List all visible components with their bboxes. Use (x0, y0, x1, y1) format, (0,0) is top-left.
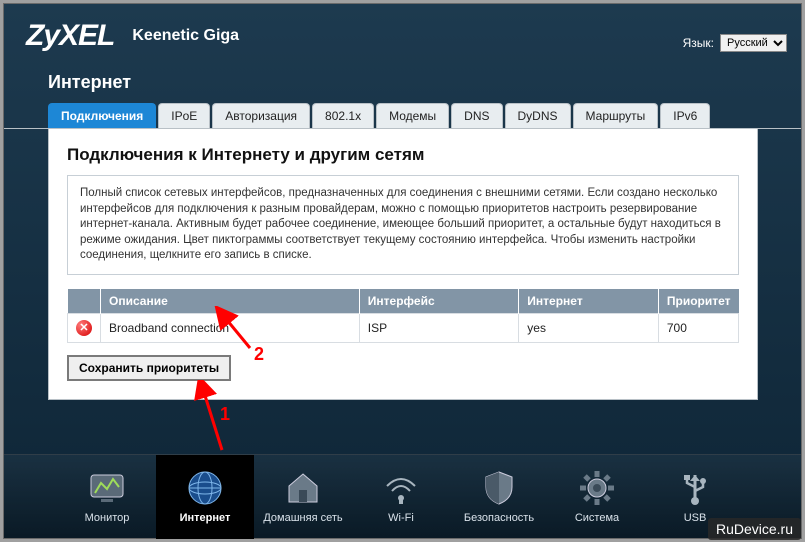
home-network-icon (283, 470, 323, 506)
bottom-nav: Монитор Интернет Домашняя сеть Wi-Fi Без… (4, 454, 801, 538)
monitor-icon (87, 470, 127, 506)
nav-internet[interactable]: Интернет (156, 455, 254, 539)
globe-icon (185, 470, 225, 506)
model-name: Keenetic Giga (132, 27, 239, 45)
nav-wifi[interactable]: Wi-Fi (352, 455, 450, 539)
tab-dydns[interactable]: DyDNS (505, 103, 571, 128)
tab-connections[interactable]: Подключения (48, 103, 156, 128)
tab-auth[interactable]: Авторизация (212, 103, 310, 128)
cell-interface: ISP (359, 313, 519, 342)
language-selector: Язык: Русский (683, 34, 787, 52)
wifi-icon (381, 470, 421, 506)
gear-icon (577, 470, 617, 506)
cell-description-text: Broadband connection (109, 321, 229, 335)
nav-label: Система (575, 512, 619, 524)
panel-title: Подключения к Интернету и другим сетям (67, 145, 739, 165)
nav-home-network[interactable]: Домашняя сеть (254, 455, 352, 539)
brand-logo: ZyXEL (26, 19, 114, 53)
nav-label: Домашняя сеть (263, 512, 342, 524)
language-label: Язык: (683, 36, 714, 50)
table-row[interactable]: ✕ Broadband connection ISP yes 700 (68, 313, 739, 342)
tab-ipoe[interactable]: IPoE (158, 103, 210, 128)
page-title: Интернет (4, 68, 801, 103)
tab-8021x[interactable]: 802.1x (312, 103, 374, 128)
top-bar: ZyXEL Keenetic Giga Язык: Русский (4, 4, 801, 68)
nav-monitor[interactable]: Монитор (58, 455, 156, 539)
tab-modems[interactable]: Модемы (376, 103, 449, 128)
connections-table: Описание Интерфейс Интернет Приоритет ✕ … (67, 289, 739, 343)
status-error-icon: ✕ (76, 320, 92, 336)
nav-system[interactable]: Система (548, 455, 646, 539)
watermark: RuDevice.ru (708, 518, 801, 540)
language-select[interactable]: Русский (720, 34, 787, 52)
tab-bar: Подключения IPoE Авторизация 802.1x Моде… (4, 103, 801, 129)
save-priorities-button[interactable]: Сохранить приоритеты (67, 355, 231, 381)
nav-label: Монитор (85, 512, 130, 524)
usb-icon (675, 470, 715, 506)
cell-status: ✕ (68, 313, 101, 342)
tab-routes[interactable]: Маршруты (573, 103, 659, 128)
shield-icon (479, 470, 519, 506)
tab-ipv6[interactable]: IPv6 (660, 103, 710, 128)
content-panel: Подключения к Интернету и другим сетям П… (48, 129, 758, 400)
col-status (68, 289, 101, 314)
col-priority: Приоритет (658, 289, 738, 314)
col-description: Описание (101, 289, 360, 314)
panel-description: Полный список сетевых интерфейсов, предн… (67, 175, 739, 275)
cell-description: Broadband connection (101, 313, 360, 342)
app-window: ZyXEL Keenetic Giga Язык: Русский Интерн… (3, 3, 802, 539)
tab-dns[interactable]: DNS (451, 103, 502, 128)
annotation-label-1: 1 (220, 404, 230, 425)
table-header-row: Описание Интерфейс Интернет Приоритет (68, 289, 739, 314)
nav-label: Интернет (180, 512, 231, 524)
col-internet: Интернет (519, 289, 659, 314)
col-interface: Интерфейс (359, 289, 519, 314)
cell-priority: 700 (658, 313, 738, 342)
nav-label: Wi-Fi (388, 512, 414, 524)
nav-label: Безопасность (464, 512, 534, 524)
nav-security[interactable]: Безопасность (450, 455, 548, 539)
cell-internet: yes (519, 313, 659, 342)
nav-label: USB (684, 512, 707, 524)
